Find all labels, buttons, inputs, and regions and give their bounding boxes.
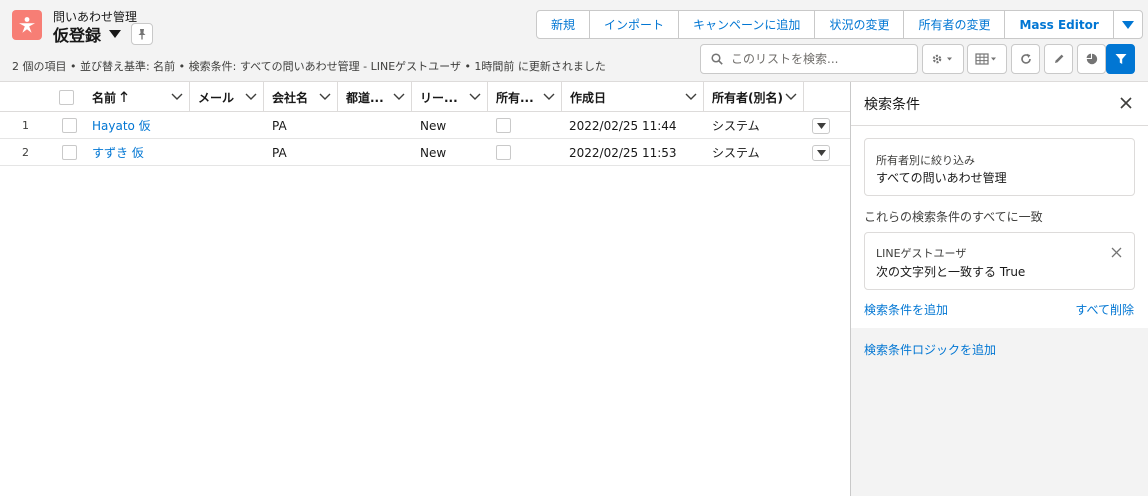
column-header-lead[interactable]: リー...: [412, 82, 488, 112]
display-as-button[interactable]: [967, 44, 1007, 74]
list-search-input[interactable]: [731, 52, 911, 66]
chevron-down-icon[interactable]: [393, 91, 405, 103]
condition-field: LINEゲストユーザ: [876, 247, 967, 260]
action-button-group: 新規 インポート キャンペーンに追加 状況の変更 所有者の変更 Mass Edi…: [536, 10, 1143, 39]
star-person-icon: [19, 17, 35, 33]
filter-panel-header: 検索条件: [851, 82, 1148, 126]
owned-checkbox: [496, 118, 511, 133]
cell-owner-alias: システム: [712, 119, 760, 133]
remove-condition-icon[interactable]: [1111, 247, 1122, 258]
edit-list-button[interactable]: [1044, 44, 1073, 74]
condition-value: 次の文字列と一致する True: [876, 265, 1026, 279]
cell-company: PA: [272, 118, 287, 133]
table-row: 1 Hayato 仮 PA New 2022/02/25 11:44 システム: [0, 112, 850, 139]
pin-list-button[interactable]: [131, 23, 154, 45]
column-header-owned[interactable]: 所有...: [488, 82, 562, 112]
new-button[interactable]: 新規: [537, 11, 591, 38]
owner-filter-card[interactable]: 所有者別に絞り込み すべての問いあわせ管理: [864, 138, 1135, 196]
row-number-header: [0, 82, 50, 112]
cell-company: PA: [272, 145, 287, 160]
cell-lead: New: [420, 145, 447, 160]
match-all-text: これらの検索条件のすべてに一致: [864, 210, 1043, 224]
refresh-icon: [1020, 53, 1031, 64]
row-action-cell: [812, 112, 830, 139]
row-action-button[interactable]: [812, 117, 830, 134]
chevron-down-icon[interactable]: [469, 91, 481, 103]
column-header-prefecture[interactable]: 都道...: [338, 82, 412, 112]
chevron-down-icon: [816, 122, 826, 129]
filter-panel-title: 検索条件: [864, 97, 920, 113]
column-header-company[interactable]: 会社名: [264, 82, 338, 112]
pencil-icon: [1054, 54, 1063, 63]
cell-created-date: 2022/02/25 11:44: [569, 118, 677, 133]
table-row: 2 すずき 仮 PA New 2022/02/25 11:53 システム: [0, 139, 850, 166]
change-owner-button[interactable]: 所有者の変更: [904, 11, 1006, 38]
record-name-link[interactable]: すずき 仮: [92, 139, 144, 166]
chevron-down-icon[interactable]: [685, 91, 697, 103]
row-action-cell: [812, 139, 830, 166]
chevron-down-icon[interactable]: [543, 91, 555, 103]
list-meta-info: 2 個の項目 • 並び替え基準: 名前 • 検索条件: すべての問いあわせ管理 …: [12, 60, 606, 73]
sort-ascending-icon: [120, 91, 128, 102]
owner-filter-label: 所有者別に絞り込み: [876, 154, 975, 167]
record-name-link[interactable]: Hayato 仮: [92, 112, 151, 139]
remove-all-link[interactable]: すべて削除: [1075, 301, 1134, 318]
chevron-down-icon[interactable]: [785, 91, 797, 103]
row-select: [62, 112, 77, 139]
chevron-down-icon: [816, 149, 826, 156]
records-table: 名前 メール 会社名 都道... リー... 所有... 作成日 所有者(別名)…: [0, 82, 850, 496]
list-settings-button[interactable]: [922, 44, 964, 74]
column-header-name[interactable]: 名前: [84, 82, 190, 112]
row-checkbox[interactable]: [62, 145, 77, 160]
add-to-campaign-button[interactable]: キャンペーンに追加: [679, 11, 816, 38]
cell-created-date: 2022/02/25 11:53: [569, 145, 677, 160]
filter-panel: 検索条件 所有者別に絞り込み すべての問いあわせ管理 これらの検索条件のすべてに…: [850, 82, 1148, 496]
more-actions-button[interactable]: [1114, 11, 1142, 38]
list-search-box[interactable]: [700, 44, 918, 74]
select-all-header: [50, 82, 82, 112]
add-filter-link[interactable]: 検索条件を追加: [864, 301, 948, 318]
select-all-checkbox[interactable]: [58, 89, 74, 105]
row-number: 2: [22, 146, 29, 159]
table-header: 名前 メール 会社名 都道... リー... 所有... 作成日 所有者(別名): [0, 82, 850, 112]
cell-owner-alias: システム: [712, 146, 760, 160]
column-header-owner-alias[interactable]: 所有者(別名): [704, 82, 804, 112]
row-select: [62, 139, 77, 166]
change-status-button[interactable]: 状況の変更: [815, 11, 905, 38]
filter-condition-card[interactable]: LINEゲストユーザ 次の文字列と一致する True: [864, 232, 1135, 290]
pie-chart-icon: [1086, 53, 1097, 65]
row-number: 1: [22, 119, 29, 132]
chevron-down-icon[interactable]: [245, 91, 257, 103]
gear-icon: [932, 54, 952, 64]
column-header-created-date[interactable]: 作成日: [562, 82, 704, 112]
filter-logic-section: 検索条件ロジックを追加: [851, 328, 1148, 496]
pin-icon: [138, 29, 146, 40]
owner-filter-value: すべての問いあわせ管理: [876, 171, 1007, 185]
charts-button[interactable]: [1077, 44, 1106, 74]
filter-button[interactable]: [1106, 44, 1135, 74]
owned-checkbox: [496, 145, 511, 160]
cell-owned: [496, 139, 511, 166]
table-view-icon: [975, 53, 996, 65]
filter-icon: [1115, 54, 1126, 64]
import-button[interactable]: インポート: [590, 11, 680, 38]
row-checkbox[interactable]: [62, 118, 77, 133]
add-filter-logic-link[interactable]: 検索条件ロジックを追加: [864, 341, 996, 358]
column-header-email[interactable]: メール: [190, 82, 264, 112]
refresh-button[interactable]: [1011, 44, 1040, 74]
cell-lead: New: [420, 118, 447, 133]
object-icon: [12, 10, 42, 40]
chevron-down-icon: [1121, 20, 1134, 29]
list-view-header: 問いあわせ管理 仮登録 2 個の項目 • 並び替え基準: 名前 • 検索条件: …: [0, 0, 1148, 82]
search-icon: [711, 53, 723, 65]
chevron-down-icon[interactable]: [171, 91, 183, 103]
cell-owned: [496, 112, 511, 139]
list-title-row: 仮登録: [53, 22, 154, 46]
list-view-switcher-icon[interactable]: [109, 27, 123, 41]
mass-editor-button[interactable]: Mass Editor: [1005, 11, 1114, 38]
chevron-down-icon[interactable]: [319, 91, 331, 103]
list-view-title[interactable]: 仮登録: [53, 22, 101, 46]
close-icon[interactable]: [1119, 96, 1133, 110]
row-action-button[interactable]: [812, 144, 830, 161]
